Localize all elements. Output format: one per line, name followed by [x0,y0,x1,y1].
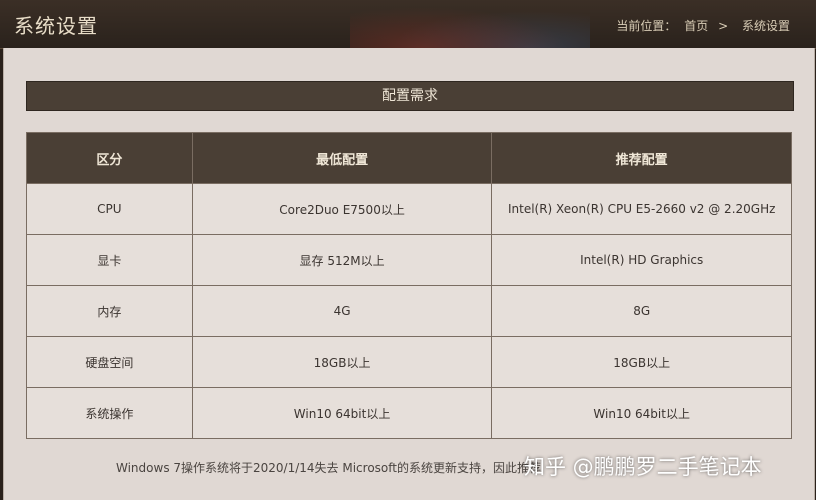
table-cell: 18GB以上 [491,336,792,388]
breadcrumb-current: 系统设置 [741,19,790,33]
table-cell: 内存 [26,285,193,337]
header-banner-art [350,0,590,48]
table-cell: Intel(R) Xeon(R) CPU E5-2660 v2 @ 2.20GH… [491,183,792,235]
table-cell: CPU [26,183,193,235]
breadcrumb-separator: > [718,19,729,33]
table-cell: Intel(R) HD Graphics [491,234,792,286]
column-header-minimum: 最低配置 [191,132,493,184]
table-cell: 8G [491,285,792,337]
table-cell: 4G [191,285,493,337]
table-cell: Core2Duo E7500以上 [191,183,493,235]
table-cell: Win10 64bit以上 [191,387,493,439]
table-cell: Win10 64bit以上 [491,387,792,439]
requirements-table: 区分 最低配置 推荐配置 CPU Core2Duo E7500以上 Intel(… [26,132,792,439]
os-support-note: Windows 7操作系统将于2020/1/14失去 Microsoft的系统更… [116,461,541,475]
content-panel: 配置需求 区分 最低配置 推荐配置 CPU Core2Duo E7500以上 I… [3,48,815,500]
page-title: 系统设置 [14,14,98,38]
table-cell: 18GB以上 [191,336,493,388]
page-header: 系统设置 当前位置： 首页 > 系统设置 [0,0,816,49]
table-row: 内存 4G 8G [26,285,792,337]
column-header-recommended: 推荐配置 [491,132,792,184]
table-row: CPU Core2Duo E7500以上 Intel(R) Xeon(R) CP… [26,183,792,235]
table-cell: 显存 512M以上 [191,234,493,286]
table-row: 硬盘空间 18GB以上 18GB以上 [26,336,792,388]
breadcrumb-prefix: 当前位置： [616,19,677,33]
table-cell: 显卡 [26,234,193,286]
table-header-row: 区分 最低配置 推荐配置 [26,132,792,184]
table-row: 显卡 显存 512M以上 Intel(R) HD Graphics [26,234,792,286]
table-row: 系统操作 Win10 64bit以上 Win10 64bit以上 [26,387,792,439]
table-cell: 硬盘空间 [26,336,193,388]
breadcrumb-home-link[interactable]: 首页 [684,19,708,33]
column-header-category: 区分 [26,132,193,184]
breadcrumb: 当前位置： 首页 > 系统设置 [612,17,790,34]
table-cell: 系统操作 [26,387,193,439]
section-title: 配置需求 [26,81,794,111]
watermark: 知乎 @鹏鹏罗二手笔记本 [524,455,762,479]
